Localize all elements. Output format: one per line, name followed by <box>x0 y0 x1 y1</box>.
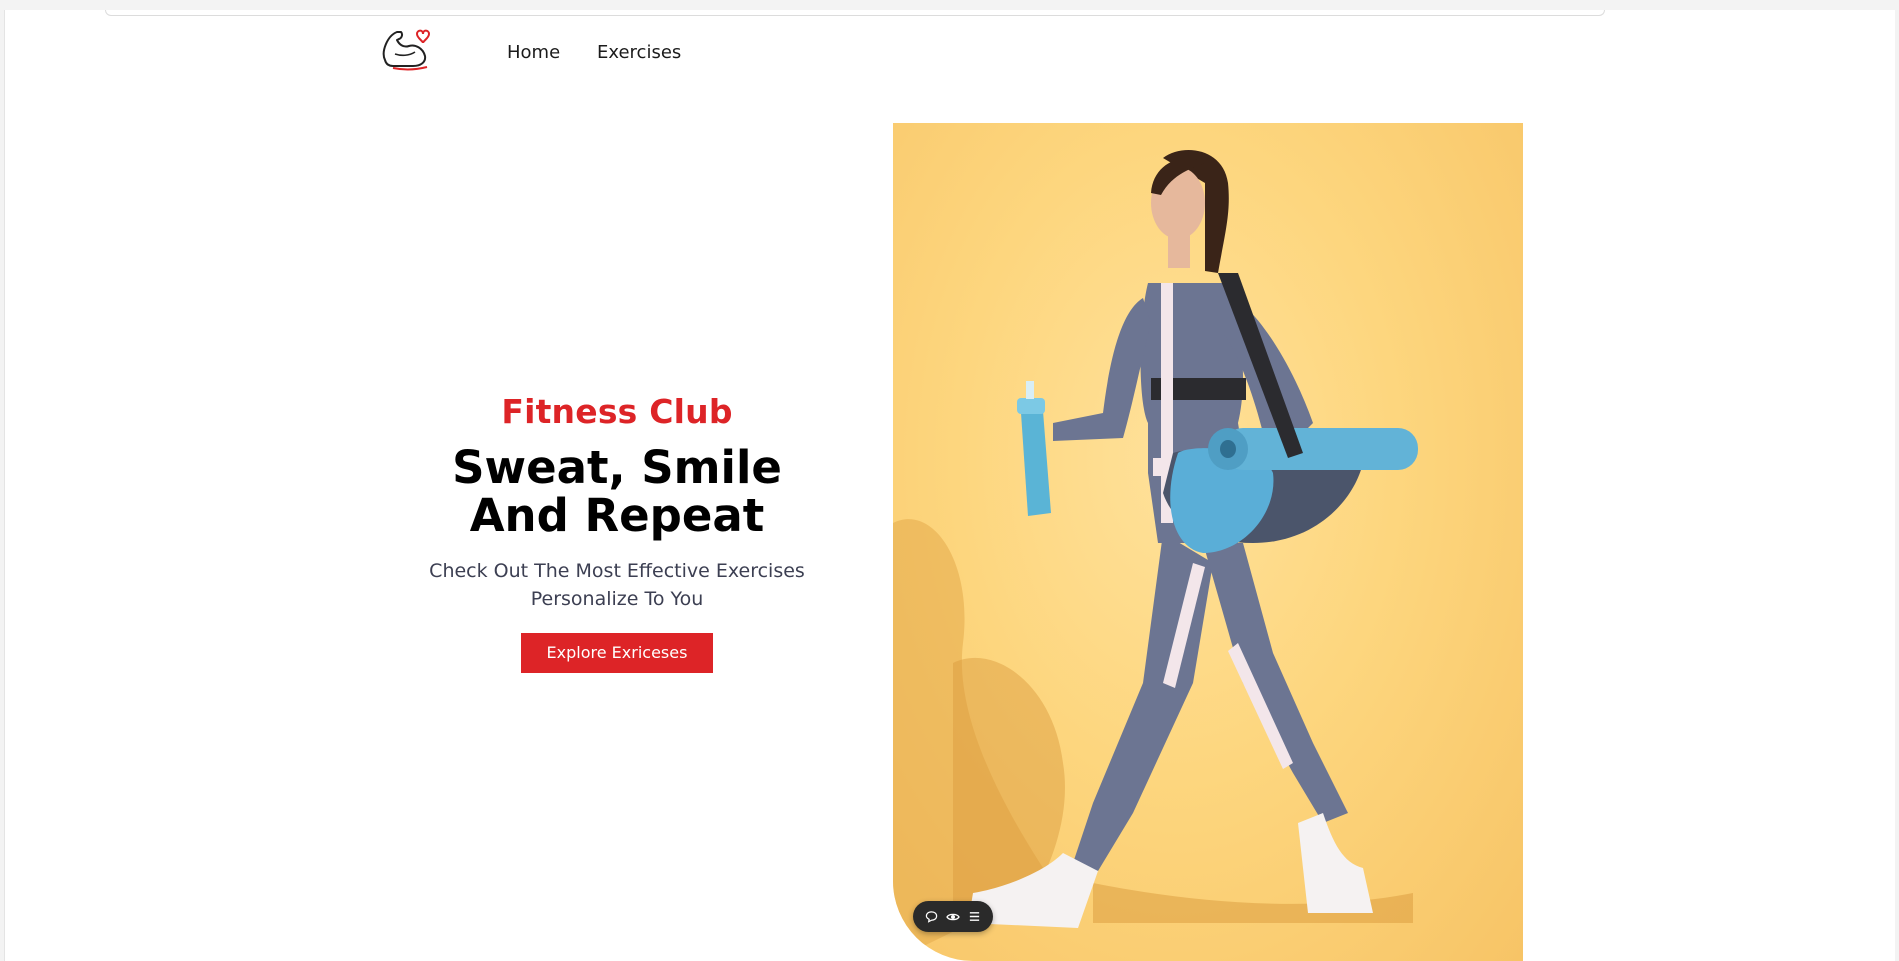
floating-toolbar <box>913 901 993 932</box>
explore-exercises-button[interactable]: Explore Exriceses <box>521 633 713 673</box>
woman-walking-illustration <box>893 150 1418 961</box>
hero-subtitle: Fitness Club <box>501 392 733 431</box>
hero-title: Sweat, Smile And Repeat <box>397 444 837 540</box>
nav-home-link[interactable]: Home <box>507 42 560 63</box>
logo-icon[interactable] <box>379 26 431 72</box>
hero-description-line-2: Personalize To You <box>530 588 704 610</box>
hero-title-line-1: Sweat, Smile <box>452 441 782 494</box>
hero-description: Check Out The Most Effective Exercises P… <box>397 557 837 613</box>
nav-exercises-link[interactable]: Exercises <box>597 42 681 63</box>
comment-icon[interactable] <box>924 909 940 925</box>
browser-frame-edge <box>105 10 1605 16</box>
hero-image <box>893 123 1523 961</box>
eye-icon[interactable] <box>945 909 961 925</box>
hero-title-line-2: And Repeat <box>469 489 765 542</box>
menu-icon[interactable] <box>966 909 982 925</box>
hero-description-line-1: Check Out The Most Effective Exercises <box>429 560 805 582</box>
hero-text-block: Fitness Club Sweat, Smile And Repeat Che… <box>397 390 837 673</box>
